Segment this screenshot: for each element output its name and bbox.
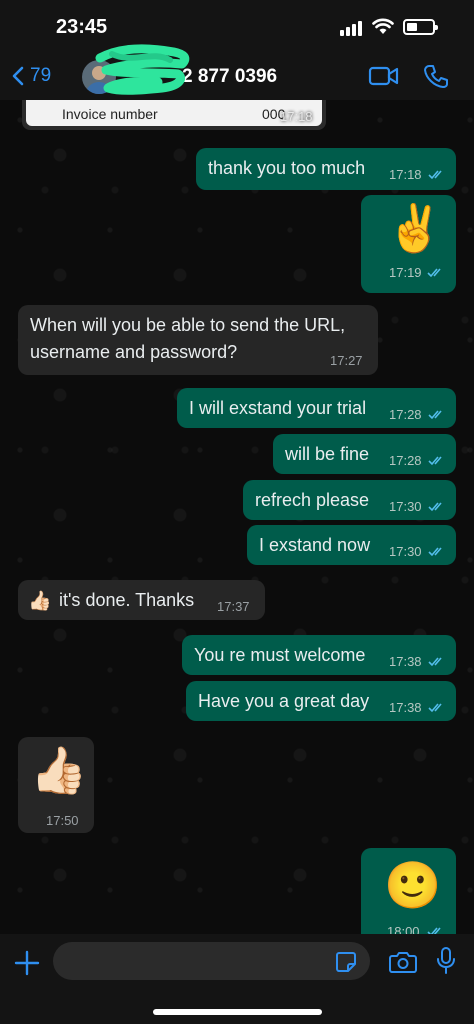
back-button[interactable]: 79 <box>12 62 51 90</box>
message-time: 17:27 <box>330 353 363 368</box>
double-check-icon <box>428 547 442 557</box>
status-bar: 23:45 <box>0 0 474 52</box>
document-label: Invoice number <box>62 106 158 122</box>
message-time: 17:50 <box>46 813 79 828</box>
camera-icon[interactable] <box>389 951 417 973</box>
outgoing-message[interactable]: Have you a great day 17:38 <box>186 681 456 721</box>
slightly-smiling-face-emoji: 🙂 <box>384 859 442 911</box>
message-text-line: When will you be able to send the URL, <box>30 315 346 335</box>
chat-header: 79 2 877 0396 <box>0 52 474 100</box>
unread-count: 79 <box>30 65 52 86</box>
thumbs-up-emoji: 👍🏻 <box>30 744 88 796</box>
message-text: refrech please <box>255 490 370 510</box>
double-check-icon <box>428 703 442 713</box>
message-time: 17:18 <box>280 109 313 124</box>
message-composer <box>0 934 474 1024</box>
double-check-icon <box>427 927 441 934</box>
victory-hand-emoji: ✌️ <box>386 202 444 254</box>
message-time: 17:37 <box>217 599 250 614</box>
message-time: 17:28 <box>389 407 422 422</box>
wifi-icon <box>372 18 394 34</box>
status-time: 23:45 <box>56 16 108 38</box>
chevron-left-icon <box>12 66 24 86</box>
message-input[interactable] <box>53 942 370 980</box>
contact-name[interactable]: 2 877 0396 <box>182 66 277 88</box>
outgoing-message[interactable]: thank you too much 17:18 <box>196 148 456 190</box>
chat-area[interactable]: Invoice number 000 17:18 thank you too m… <box>0 100 474 934</box>
outgoing-message[interactable]: I will exstand your trial 17:28 <box>177 388 456 428</box>
message-time: 17:30 <box>389 544 422 559</box>
message-text: thank you too much <box>208 158 366 178</box>
phone-icon[interactable] <box>423 63 449 89</box>
plus-icon[interactable] <box>14 950 40 976</box>
message-time: 17:38 <box>389 654 422 669</box>
double-check-icon <box>428 502 442 512</box>
incoming-message[interactable]: 👍🏻 it's done. Thanks 17:37 <box>18 580 265 620</box>
video-call-icon[interactable] <box>368 64 400 88</box>
microphone-icon[interactable] <box>437 947 455 975</box>
double-check-icon <box>427 268 441 278</box>
outgoing-message[interactable]: refrech please 17:30 <box>243 480 456 520</box>
home-indicator <box>153 1009 322 1015</box>
redaction-scribble <box>95 44 190 95</box>
thumbs-up-emoji: 👍🏻 <box>28 591 52 612</box>
incoming-message[interactable]: When will you be able to send the URL, u… <box>18 305 378 375</box>
outgoing-message[interactable]: 🙂 18:00 <box>361 848 456 934</box>
message-time: 18:00 <box>387 924 420 934</box>
message-time: 17:30 <box>389 499 422 514</box>
outgoing-message[interactable]: I exstand now 17:30 <box>247 525 456 565</box>
battery-icon <box>403 19 438 35</box>
message-text: it's done. Thanks <box>59 590 195 610</box>
outgoing-message[interactable]: ✌️ 17:19 <box>361 195 456 293</box>
message-text: will be fine <box>285 444 370 464</box>
message-time: 17:19 <box>389 265 422 280</box>
message-time: 17:18 <box>389 167 422 182</box>
outgoing-message[interactable]: You re must welcome 17:38 <box>182 635 456 675</box>
message-text: You re must welcome <box>194 645 366 665</box>
double-check-icon <box>428 657 442 667</box>
double-check-icon <box>428 456 442 466</box>
message-time: 17:38 <box>389 700 422 715</box>
double-check-icon <box>428 170 442 180</box>
document-preview[interactable]: Invoice number 000 17:18 <box>22 100 326 130</box>
cellular-signal-icon <box>340 20 366 36</box>
message-text: Have you a great day <box>198 691 370 711</box>
outgoing-message[interactable]: will be fine 17:28 <box>273 434 456 474</box>
message-time: 17:28 <box>389 453 422 468</box>
sticker-icon[interactable] <box>335 951 357 973</box>
incoming-message[interactable]: 👍🏻 17:50 <box>18 737 94 833</box>
double-check-icon <box>428 410 442 420</box>
message-text: I will exstand your trial <box>189 398 367 418</box>
message-text-line: username and password? <box>30 342 238 362</box>
message-text: I exstand now <box>259 535 371 555</box>
